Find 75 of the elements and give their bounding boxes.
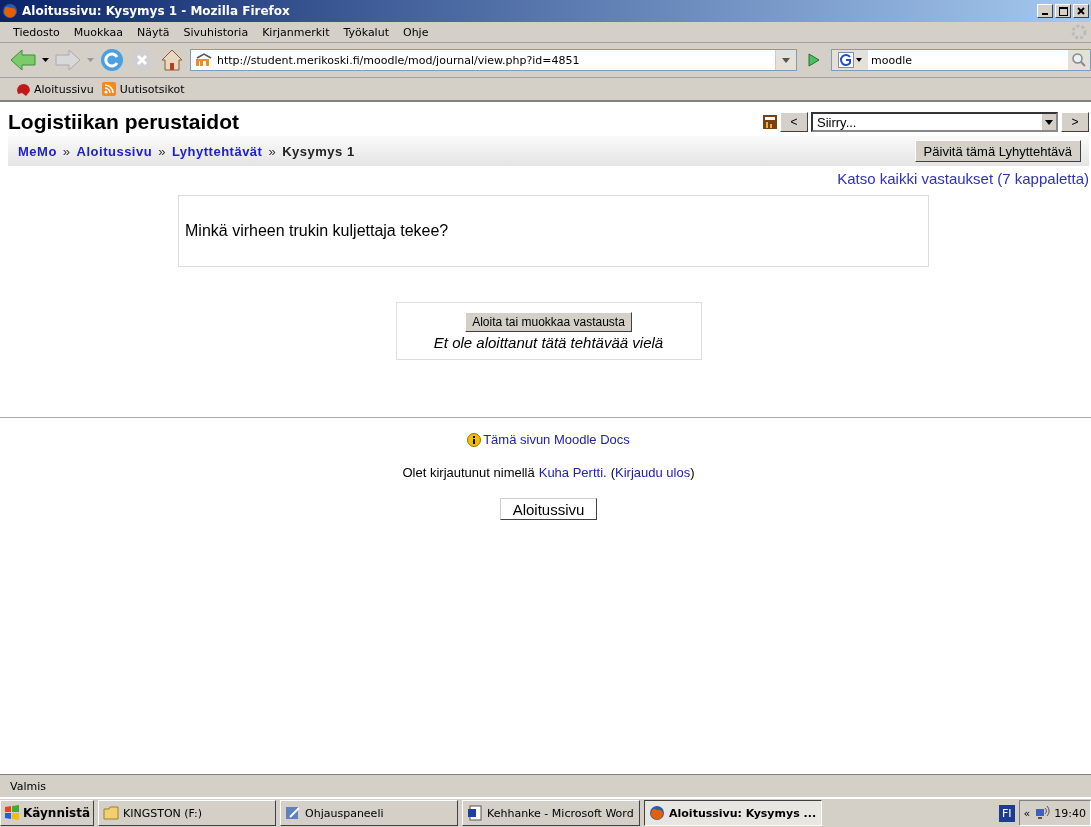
firefox-icon bbox=[649, 805, 666, 821]
menu-item[interactable]: Kirjanmerkit bbox=[255, 25, 337, 39]
rss-feed-icon bbox=[101, 82, 117, 96]
user-link[interactable]: Kuha Pertti. bbox=[538, 465, 607, 480]
caret-icon bbox=[87, 58, 94, 62]
letter-g-logo-icon bbox=[838, 52, 854, 68]
caret-icon[interactable] bbox=[42, 58, 49, 62]
windows-logo-icon bbox=[4, 805, 20, 821]
play-icon bbox=[808, 53, 820, 67]
throbber-icon bbox=[1071, 24, 1087, 40]
caret-icon bbox=[782, 57, 790, 63]
bookmark-item[interactable]: Uutisotsikot bbox=[101, 82, 185, 96]
jump-select[interactable]: Siirry... bbox=[811, 112, 1058, 132]
breadcrumb-separator: » bbox=[268, 143, 277, 159]
search-engine-button[interactable] bbox=[832, 50, 868, 70]
logout-link[interactable]: Kirjaudu ulos bbox=[615, 465, 691, 480]
home-icon[interactable] bbox=[160, 48, 184, 72]
notice-text: Et ole aloittanut tätä tehtävää vielä bbox=[433, 333, 664, 351]
taskbar-button[interactable]: KINGSTON (F:) bbox=[98, 800, 277, 826]
forward-arrow-icon bbox=[55, 49, 81, 71]
reload-icon[interactable] bbox=[100, 48, 124, 72]
close-icon bbox=[1077, 7, 1085, 15]
taskbar-button[interactable]: Ohjauspaneeli bbox=[280, 800, 459, 826]
folder-icon bbox=[103, 805, 120, 821]
maximize-icon bbox=[1058, 6, 1068, 16]
search-field[interactable]: moodle bbox=[831, 49, 1091, 71]
window-title: Aloitussivu: Kysymys 1 - Mozilla Firefox bbox=[22, 4, 291, 18]
moodle-logo-icon bbox=[195, 53, 213, 67]
firefox-icon bbox=[2, 3, 18, 19]
document-icon bbox=[467, 805, 484, 821]
menu-item[interactable]: Ohje bbox=[395, 25, 436, 39]
bookmark-item[interactable]: Aloitussivu bbox=[16, 82, 94, 96]
previous-button[interactable]: < bbox=[780, 112, 808, 132]
menu-item[interactable]: Muokkaa bbox=[66, 25, 130, 39]
minimize-button[interactable] bbox=[1037, 4, 1053, 18]
breadcrumb-link[interactable]: MeMo bbox=[18, 143, 57, 159]
caret-icon bbox=[1045, 119, 1053, 125]
menu-item[interactable]: Sivuhistoria bbox=[176, 25, 256, 39]
chart-icon bbox=[763, 115, 777, 129]
view-all-link[interactable]: Katso kaikki vastaukset (7 kappaletta) bbox=[837, 170, 1089, 187]
taskbar-button[interactable]: Aloitussivu: Kysymys ... bbox=[644, 800, 823, 826]
login-text: Olet kirjautunut nimellä bbox=[402, 465, 535, 480]
breadcrumb-link[interactable]: Lyhyttehtävät bbox=[171, 143, 263, 159]
address-field[interactable]: http://student.merikoski.fi/moodle/mod/journal/view.php?id=4851 bbox=[190, 49, 797, 71]
status-text: Valmis bbox=[10, 779, 46, 793]
course-title: Logistiikan perustaidot bbox=[8, 110, 241, 134]
search-button[interactable] bbox=[1068, 50, 1090, 70]
menu-item[interactable]: Näytä bbox=[129, 25, 177, 39]
docs-link[interactable]: Tämä sivun Moodle Docs bbox=[483, 432, 630, 447]
question-text: Minkä virheen trukin kuljettaja tekee? bbox=[185, 222, 449, 240]
info-icon bbox=[467, 432, 482, 447]
dropdown-button[interactable] bbox=[775, 50, 796, 70]
tray-expand-button[interactable]: « bbox=[1023, 806, 1031, 820]
caret-icon bbox=[856, 58, 862, 62]
breadcrumb-separator: » bbox=[62, 143, 71, 159]
update-button[interactable]: Päivitä tämä Lyhyttehtävä bbox=[914, 140, 1081, 162]
breadcrumb-current: Kysymys 1 bbox=[282, 143, 355, 159]
search-icon bbox=[1072, 53, 1086, 67]
parenthesis-text: ( bbox=[610, 465, 615, 480]
clock-text: 19:40 bbox=[1054, 806, 1086, 820]
parenthesis-text: ) bbox=[690, 465, 695, 480]
network-icon bbox=[1034, 806, 1051, 820]
next-button[interactable]: > bbox=[1061, 112, 1089, 132]
menu-item[interactable]: Tiedosto bbox=[6, 25, 67, 39]
language-indicator[interactable]: FI bbox=[999, 804, 1015, 822]
taskbar-button[interactable]: Kehhanke - Microsoft Word bbox=[462, 800, 641, 826]
start-button[interactable]: Käynnistä bbox=[0, 800, 95, 826]
close-button[interactable] bbox=[1073, 4, 1089, 18]
breadcrumb-link[interactable]: Aloitussivu bbox=[76, 143, 153, 159]
home-button[interactable]: Aloitussivu bbox=[499, 498, 598, 520]
menu-item[interactable]: Työkalut bbox=[336, 25, 396, 39]
start-answer-button[interactable]: Aloita tai muokkaa vastausta bbox=[465, 311, 632, 332]
breadcrumb-separator: » bbox=[158, 143, 166, 159]
maximize-button[interactable] bbox=[1055, 4, 1071, 18]
stop-icon bbox=[130, 48, 154, 72]
